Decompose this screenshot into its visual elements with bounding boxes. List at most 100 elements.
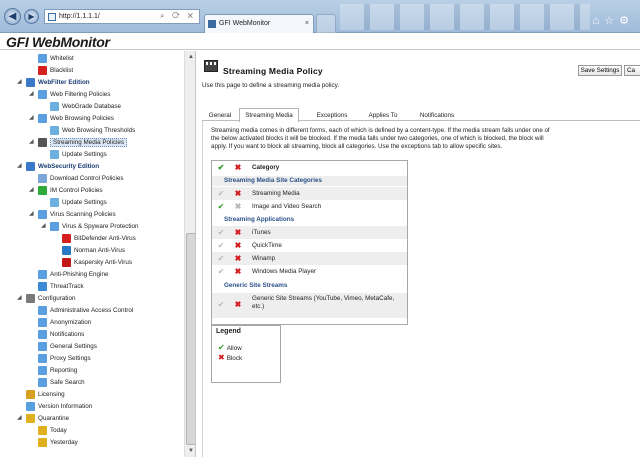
section-header: Streaming Media Site Categories <box>212 176 407 186</box>
expand-icon[interactable]: ◢ <box>29 113 34 124</box>
block-x-icon[interactable]: ✖ <box>234 226 242 239</box>
sidebar-item[interactable]: Update Settings <box>50 197 107 208</box>
download-icon <box>38 173 47 183</box>
sidebar-item[interactable]: ◢ Configuration <box>17 293 75 304</box>
address-tools[interactable]: ⌕ ⟳ ✕ <box>160 10 196 23</box>
sidebar-item[interactable]: ◢ Web Filtering Policies <box>29 89 110 100</box>
sidebar-item[interactable]: WebGrade Database <box>50 101 121 112</box>
sidebar-item[interactable]: Version Information <box>26 401 92 412</box>
sidebar-item[interactable]: BitDefender Anti-Virus <box>62 233 136 244</box>
category-label: Generic Site Streams (YouTube, Vimeo, Me… <box>252 295 395 310</box>
gear-icon[interactable]: ⚙ <box>619 15 634 27</box>
expand-icon[interactable]: ◢ <box>29 137 34 148</box>
sidebar-item[interactable]: Web Browsing Thresholds <box>50 125 135 136</box>
sidebar-item[interactable]: ThreatTrack <box>38 281 84 292</box>
block-x-icon[interactable]: ✖ <box>234 252 242 265</box>
im-icon <box>38 185 47 195</box>
sidebar-item[interactable]: Today <box>38 425 67 436</box>
expand-icon[interactable]: ◢ <box>17 161 22 172</box>
sidebar-item-label: IM Control Policies <box>50 187 103 194</box>
sidebar-item-label: Update Settings <box>62 199 107 206</box>
expand-icon[interactable]: ◢ <box>29 185 34 196</box>
allow-check-icon[interactable]: ✔ <box>217 187 225 200</box>
sidebar-item[interactable]: Notifications <box>38 329 84 340</box>
sidebar-item[interactable]: ◢ Quarantine <box>17 413 69 424</box>
sidebar-item[interactable]: ◢ Web Browsing Policies <box>29 113 114 124</box>
sidebar-item-label: Web Browsing Policies <box>50 115 114 122</box>
sidebar-item[interactable]: ◢ Virus Scanning Policies <box>29 209 116 220</box>
globe-icon <box>26 161 35 171</box>
expand-icon[interactable]: ◢ <box>17 77 22 88</box>
save-settings-button[interactable]: Save Settings <box>578 65 622 76</box>
scroll-down-icon[interactable]: ▼ <box>186 446 195 456</box>
allow-check-icon[interactable]: ✔ <box>217 226 225 239</box>
cancel-button[interactable]: Ca <box>624 65 640 76</box>
sidebar-item[interactable]: Whitelist <box>38 53 74 64</box>
browser-tab[interactable]: GFI WebMonitor × <box>204 14 314 33</box>
sidebar-item[interactable]: Yesterday <box>38 437 78 448</box>
block-all-x-icon[interactable]: ✖ <box>234 161 242 174</box>
sidebar-item[interactable]: Administrative Access Control <box>38 305 133 316</box>
block-x-icon[interactable]: ✖ <box>234 300 242 310</box>
category-row: ✔ ✖ Image and Video Search <box>212 200 407 213</box>
sidebar-item[interactable]: Reporting <box>38 365 77 376</box>
scroll-up-icon[interactable]: ▲ <box>186 52 195 62</box>
scroll-thumb[interactable] <box>186 233 195 445</box>
new-tab-button[interactable] <box>316 14 336 33</box>
expand-icon[interactable]: ◢ <box>41 221 46 232</box>
sidebar-item[interactable]: Licensing <box>26 389 65 400</box>
expand-icon[interactable]: ◢ <box>29 209 34 220</box>
expand-icon[interactable]: ◢ <box>17 293 22 304</box>
sidebar-item[interactable]: Norman Anti-Virus <box>62 245 125 256</box>
sidebar-item-label: Licensing <box>38 391 65 398</box>
sidebar-item[interactable]: General Settings <box>38 341 97 352</box>
allow-all-check-icon[interactable]: ✔ <box>217 161 225 174</box>
expand-icon[interactable]: ◢ <box>17 413 22 424</box>
tab-close-icon[interactable]: × <box>305 15 309 32</box>
back-button[interactable]: ◀ <box>4 8 21 25</box>
tab-general[interactable]: General <box>202 110 238 121</box>
app-header: GFI WebMonitor <box>0 33 640 50</box>
block-x-icon[interactable]: ✖ <box>234 187 242 200</box>
block-x-icon[interactable]: ✖ <box>234 265 242 278</box>
sidebar-item[interactable]: Update Settings <box>50 149 107 160</box>
allow-check-icon[interactable]: ✔ <box>217 252 225 265</box>
forward-button[interactable]: ▶ <box>24 9 39 24</box>
allow-check-icon[interactable]: ✔ <box>217 265 225 278</box>
block-x-icon[interactable]: ✖ <box>234 200 242 213</box>
page-title: Streaming Media Policy <box>223 66 323 76</box>
sidebar-item-label: Blacklist <box>50 67 74 74</box>
sidebar-item[interactable]: Proxy Settings <box>38 353 91 364</box>
tab-streaming-media[interactable]: Streaming Media <box>239 108 299 122</box>
allow-check-icon[interactable]: ✔ <box>217 239 225 252</box>
sidebar-item[interactable]: Anonymization <box>38 317 91 328</box>
category-grid: ✔ ✖ Category Streaming Media Site Catego… <box>211 160 408 325</box>
address-bar[interactable]: http://1.1.1.1/ ⌕ ⟳ ✕ <box>44 9 200 24</box>
sidebar-item[interactable]: Download Control Policies <box>38 173 124 184</box>
tab-notifications[interactable]: Notifications <box>406 110 468 121</box>
allow-check-icon[interactable]: ✔ <box>217 200 225 213</box>
sidebar-item[interactable]: Anti-Phishing Engine <box>38 269 108 280</box>
expand-icon[interactable]: ◢ <box>29 89 34 100</box>
sidebar-item-label: Anti-Phishing Engine <box>50 271 109 278</box>
policy-icon <box>38 89 47 99</box>
sidebar-item[interactable]: Safe Search <box>38 377 85 388</box>
tab-applies-to[interactable]: Applies To <box>360 110 406 121</box>
tab-content: Streaming media comes in different forms… <box>202 121 640 457</box>
sidebar-item[interactable]: ◢ Streaming Media Policies <box>29 137 128 148</box>
home-icon[interactable]: ⌂ <box>593 15 605 27</box>
tab-exceptions[interactable]: Exceptions <box>304 110 360 121</box>
block-x-icon[interactable]: ✖ <box>234 239 242 252</box>
sidebar-item[interactable]: Kaspersky Anti-Virus <box>62 257 132 268</box>
sidebar-item[interactable]: ◢ WebSecurity Edition <box>17 161 99 172</box>
sidebar-scrollbar[interactable]: ▲ ▼ <box>184 51 195 457</box>
allow-check-icon[interactable]: ✔ <box>217 300 225 310</box>
sidebar-item-label: ThreatTrack <box>50 283 84 290</box>
sidebar-item[interactable]: ◢ Virus & Spyware Protection <box>41 221 139 232</box>
star-icon[interactable]: ☆ <box>604 15 619 27</box>
sidebar-item[interactable]: ◢ WebFilter Edition <box>17 77 90 88</box>
desktop-background <box>340 4 590 30</box>
sidebar-item[interactable]: ◢ IM Control Policies <box>29 185 103 196</box>
sidebar-item[interactable]: Blacklist <box>38 65 73 76</box>
policy-icon <box>38 113 47 123</box>
